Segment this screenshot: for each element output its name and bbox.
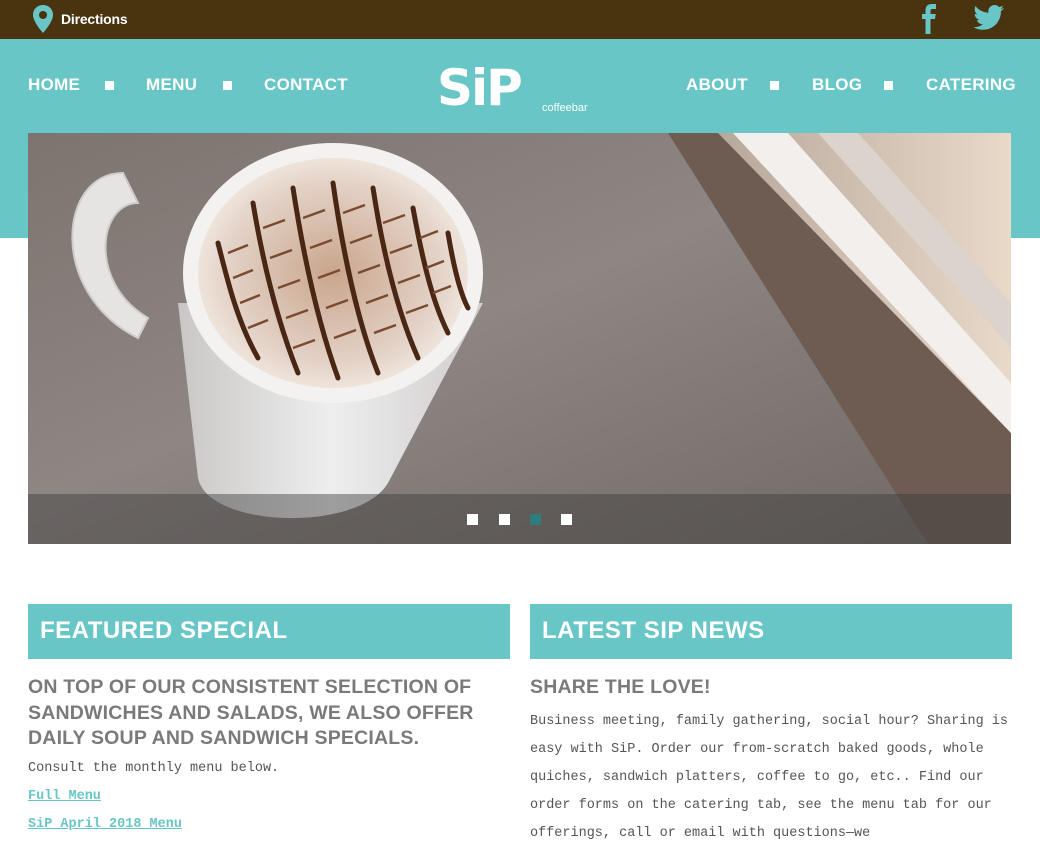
nav-separator bbox=[105, 81, 114, 90]
april-menu-link[interactable]: SiP April 2018 Menu bbox=[28, 817, 182, 832]
nav-catering[interactable]: CATERING bbox=[926, 75, 1016, 95]
slider-controls bbox=[28, 494, 1011, 544]
featured-special-title: FEATURED SPECIAL bbox=[40, 617, 288, 644]
news-body: Business meeting, family gathering, soci… bbox=[530, 714, 1008, 841]
hero-slider[interactable] bbox=[28, 133, 1011, 544]
nav-contact[interactable]: CONTACT bbox=[264, 75, 348, 95]
nav-blog[interactable]: BLOG bbox=[812, 75, 862, 95]
directions-link[interactable]: Directions bbox=[32, 4, 128, 34]
facebook-icon[interactable] bbox=[918, 3, 940, 35]
sip-logo[interactable]: SiP coffeebar bbox=[438, 64, 608, 112]
nav-separator bbox=[223, 81, 232, 90]
nav-home[interactable]: HOME bbox=[28, 75, 80, 95]
map-pin-icon bbox=[33, 5, 53, 33]
hero-image bbox=[28, 133, 1011, 544]
slide-dot-2[interactable] bbox=[499, 514, 510, 525]
slide-dot-1[interactable] bbox=[467, 514, 478, 525]
featured-special-header: FEATURED SPECIAL bbox=[28, 604, 510, 659]
full-menu-link[interactable]: Full Menu bbox=[28, 789, 101, 804]
nav-separator bbox=[884, 81, 893, 90]
directions-label: Directions bbox=[61, 11, 128, 27]
slide-dot-3[interactable] bbox=[530, 514, 541, 525]
slide-dot-4[interactable] bbox=[561, 514, 572, 525]
twitter-icon[interactable] bbox=[972, 3, 1005, 33]
nav-separator bbox=[770, 81, 779, 90]
featured-subheading: ON TOP OF OUR CONSISTENT SELECTION OF SA… bbox=[28, 676, 474, 749]
logo-tagline: coffeebar bbox=[542, 102, 588, 112]
nav-about[interactable]: ABOUT bbox=[686, 75, 748, 95]
nav-menu[interactable]: MENU bbox=[146, 75, 197, 95]
latest-news-header: LATEST SIP NEWS bbox=[530, 604, 1012, 659]
news-subheading: SHARE THE LOVE! bbox=[530, 676, 711, 698]
featured-body: Consult the monthly menu below. bbox=[28, 761, 280, 776]
logo-wordmark: SiP bbox=[438, 64, 521, 112]
top-bar: Directions bbox=[0, 0, 1040, 39]
latest-news-title: LATEST SIP NEWS bbox=[542, 617, 765, 644]
